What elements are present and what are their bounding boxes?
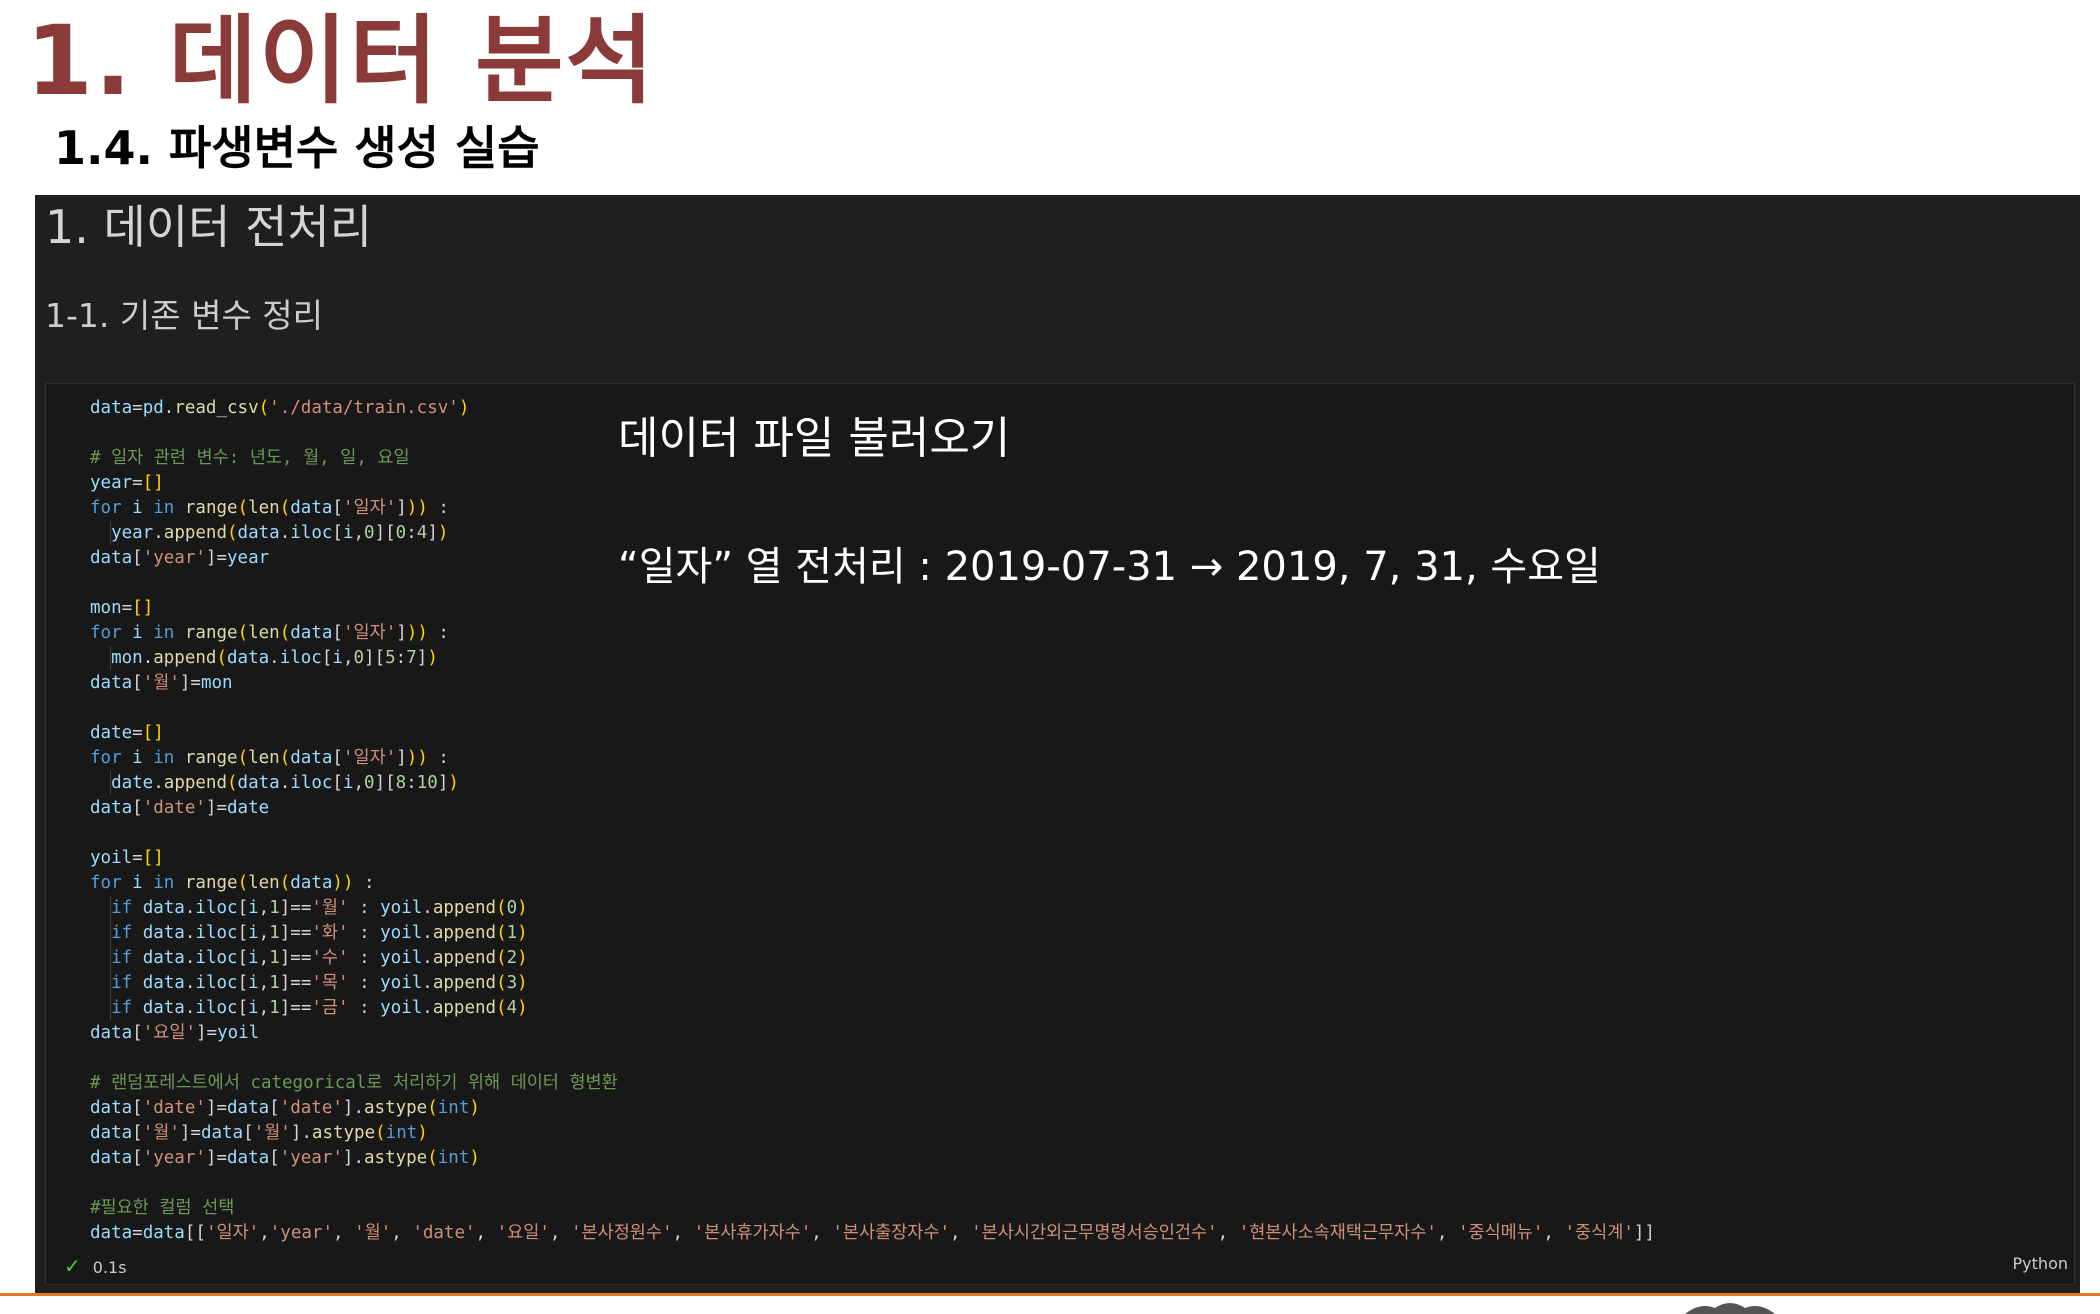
annotation-date-preprocess: “일자” 열 전처리 : 2019-07-31 → 2019, 7, 31, 수…: [618, 544, 1601, 590]
code-cell[interactable]: data=pd.read_csv('./data/train.csv') # 일…: [45, 383, 2075, 1285]
slide-subtitle: 1.4. 파생변수 생성 실습: [54, 121, 540, 175]
annotation-load-file: 데이터 파일 불러오기: [618, 413, 1011, 464]
cell-status: ✓ 0.1s: [64, 1254, 127, 1278]
logo-icon: [1685, 1303, 1775, 1314]
markdown-heading-1: 1. 데이터 전처리: [45, 200, 373, 254]
check-icon: ✓: [64, 1254, 81, 1278]
execution-time: 0.1s: [92, 1258, 127, 1277]
footer-divider: [0, 1293, 2100, 1296]
language-indicator[interactable]: Python: [2013, 1254, 2068, 1273]
notebook-panel: 1. 데이터 전처리 1-1. 기존 변수 정리 data=pd.read_cs…: [35, 195, 2080, 1295]
code-editor[interactable]: data=pd.read_csv('./data/train.csv') # 일…: [90, 396, 1655, 1246]
slide-title: 1. 데이터 분석: [26, 5, 656, 117]
markdown-heading-2: 1-1. 기존 변수 정리: [45, 296, 324, 335]
